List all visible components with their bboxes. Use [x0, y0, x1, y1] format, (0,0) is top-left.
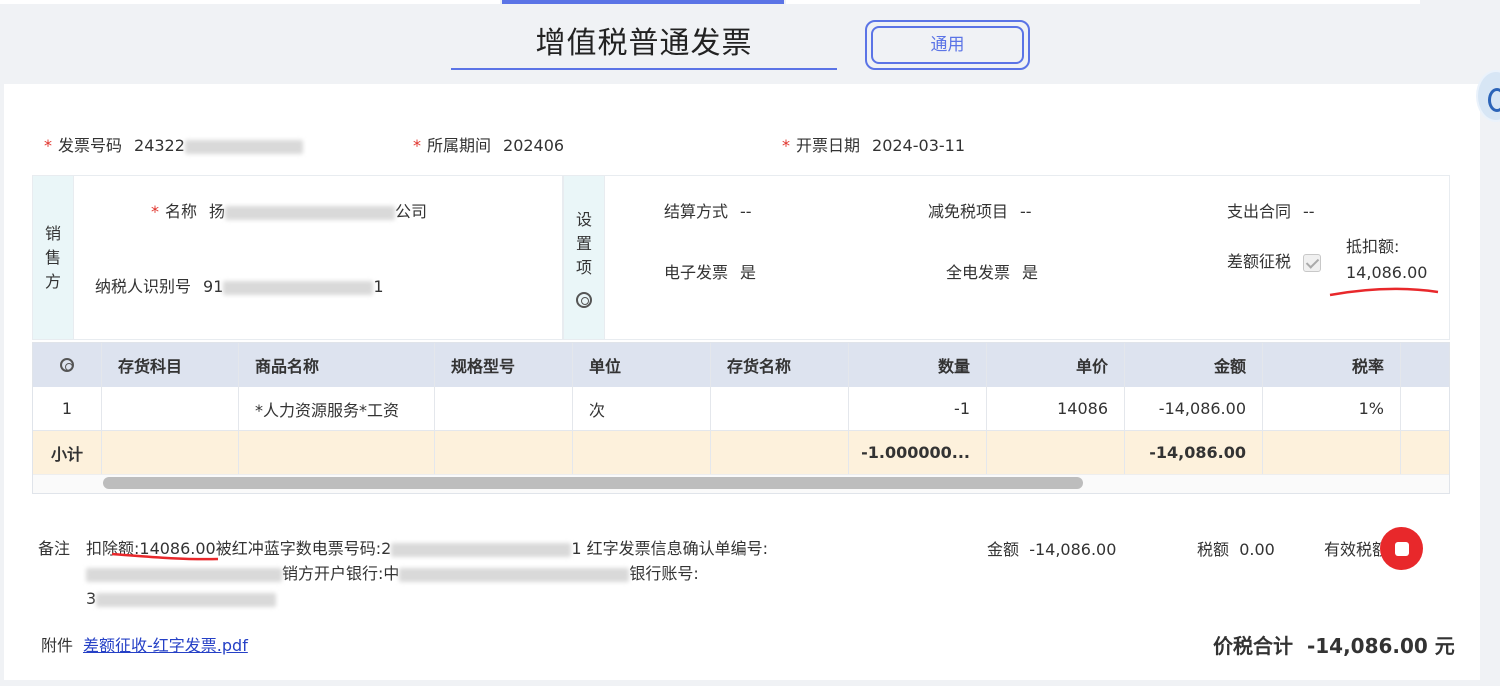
subtotal-quantity: -1.000000...: [849, 431, 987, 474]
cell-tax-rate[interactable]: 1%: [1263, 387, 1401, 430]
invoice-title-box: 增值税普通发票: [451, 22, 837, 70]
tax-total: 税额 0.00: [1197, 540, 1275, 559]
full-e-invoice-field: 全电发票是: [946, 263, 1039, 282]
cell-spec[interactable]: [435, 387, 573, 430]
settings-side-label: 设 置 项: [564, 176, 605, 339]
e-invoice-field: 电子发票是: [664, 263, 757, 282]
header-amount[interactable]: 金额: [1125, 343, 1263, 387]
contract-field: 支出合同 --: [1227, 202, 1315, 221]
redacted-block: [399, 567, 630, 582]
invoice-number-value: 24322: [134, 136, 185, 155]
invoice-page: 增值税普通发票 通用 * 发票号码 24322 * 所属期间 202406 * 开票日期 2…: [0, 0, 1500, 686]
seller-name-value: 扬: [209, 202, 226, 221]
amount-total: 金额 -14,086.00: [987, 540, 1117, 559]
tax-total-value: 0.00: [1239, 540, 1275, 559]
header-quantity[interactable]: 数量: [849, 343, 987, 387]
invoice-number-field: * 发票号码 24322: [44, 132, 303, 156]
redacted-block: [223, 280, 374, 295]
difference-tax-checkbox[interactable]: [1303, 253, 1322, 272]
seller-name-field: * 名称扬公司: [151, 202, 428, 221]
seller-section: 销 售 方 * 名称扬公司 纳税人识别号 91 1: [32, 175, 563, 340]
cell-amount[interactable]: -14,086.00: [1125, 387, 1263, 430]
header-unit-price[interactable]: 单价: [987, 343, 1125, 387]
remark-label: 备注: [38, 539, 71, 558]
issue-date-label: 开票日期: [796, 136, 861, 155]
feedback-float-button[interactable]: [1380, 527, 1423, 570]
cell-unit-price[interactable]: 14086: [987, 387, 1125, 430]
column-settings-cell[interactable]: [33, 343, 102, 387]
redacted-block: [184, 139, 303, 154]
active-tab-indicator[interactable]: [502, 0, 784, 4]
header-unit[interactable]: 单位: [573, 343, 711, 387]
attachment-row: 附件 差额征收-红字发票.pdf: [41, 632, 248, 656]
seller-taxid-field: 纳税人识别号 91 1: [95, 277, 384, 296]
issue-date-field: * 开票日期 2024-03-11: [782, 136, 965, 155]
invoice-title: 增值税普通发票: [535, 26, 753, 61]
amount-total-value: -14,086.00: [1029, 540, 1117, 559]
tax-exempt-field: 减免税项目 --: [928, 202, 1032, 221]
deduction-value: 14,086.00: [1346, 263, 1428, 282]
red-annotation-underline: [1329, 287, 1439, 297]
items-table: 存货科目 商品名称 规格型号 单位 存货名称 数量 单价 金额 税率 1 *人力…: [32, 342, 1450, 494]
top-strip-right: [786, 0, 1420, 4]
row-index: 1: [33, 387, 102, 430]
deduction-label: 抵扣额:: [1346, 237, 1400, 256]
cell-unit[interactable]: 次: [573, 387, 711, 430]
subtotal-label: 小计: [33, 431, 102, 474]
badge-label[interactable]: 通用: [871, 26, 1024, 64]
table-header: 存货科目 商品名称 规格型号 单位 存货名称 数量 单价 金额 税率: [33, 343, 1449, 387]
table-row[interactable]: 1 *人力资源服务*工资 次 -1 14086 -14,086.00 1%: [33, 387, 1449, 431]
header-tax-rate[interactable]: 税率: [1263, 343, 1401, 387]
horizontal-scrollbar[interactable]: [103, 477, 1083, 489]
attachment-link[interactable]: 差额征收-红字发票.pdf: [83, 636, 248, 655]
seller-taxid-label: 纳税人识别号: [95, 277, 192, 296]
settings-section: 设 置 项 结算方式 -- 减免税项目 -- 支出合同 -- 电子发票是 全电发票是 …: [563, 175, 1450, 340]
redacted-block: [391, 542, 572, 557]
invoice-type-badge[interactable]: 通用: [865, 20, 1030, 70]
redacted-block: [225, 205, 396, 220]
cell-quantity[interactable]: -1: [849, 387, 987, 430]
period-value: 202406: [503, 136, 565, 155]
header-spec[interactable]: 规格型号: [435, 343, 573, 387]
header-inventory-subject[interactable]: 存货科目: [102, 343, 239, 387]
invoice-number-label: 发票号码: [58, 136, 123, 155]
header-product-name[interactable]: 商品名称: [239, 343, 435, 387]
grand-total: 价税合计 -14,086.00 元: [1213, 630, 1455, 659]
red-annotation-underline: [111, 552, 219, 561]
grand-total-label: 价税合计: [1213, 634, 1293, 658]
cell-inventory-subject[interactable]: [102, 387, 239, 430]
period-label: 所属期间: [427, 136, 492, 155]
deduction-field: 抵扣额: 14,086.00: [1346, 234, 1427, 286]
difference-tax-field: 差额征税: [1227, 248, 1322, 272]
remark-text: 扣除额:14086.00被红冲蓝字数电票号码:2 1 红字发票信息确认单编号: 销…: [86, 539, 768, 608]
redacted-block: [86, 567, 282, 582]
seller-name-label: 名称: [165, 202, 198, 221]
attachment-label: 附件: [41, 636, 74, 655]
cell-stock-name[interactable]: [711, 387, 849, 430]
seller-side-label: 销 售 方: [33, 176, 74, 339]
issue-date-value: 2024-03-11: [872, 136, 965, 155]
seller-taxid-value: 91: [203, 277, 224, 296]
cell-product-name[interactable]: *人力资源服务*工资: [239, 387, 435, 430]
grand-total-value: -14,086.00 元: [1306, 634, 1455, 658]
redacted-block: [96, 592, 277, 607]
period-field: * 所属期间 202406: [413, 136, 565, 155]
gear-icon[interactable]: [60, 358, 74, 372]
top-strip-left: [0, 0, 500, 4]
subtotal-amount: -14,086.00: [1125, 431, 1263, 474]
header-stock-name[interactable]: 存货名称: [711, 343, 849, 387]
gear-icon[interactable]: [576, 291, 592, 308]
settlement-field: 结算方式 --: [664, 202, 752, 221]
top-tab-strip: [0, 0, 1500, 4]
subtotal-row: 小计 -1.000000... -14,086.00: [33, 431, 1449, 474]
